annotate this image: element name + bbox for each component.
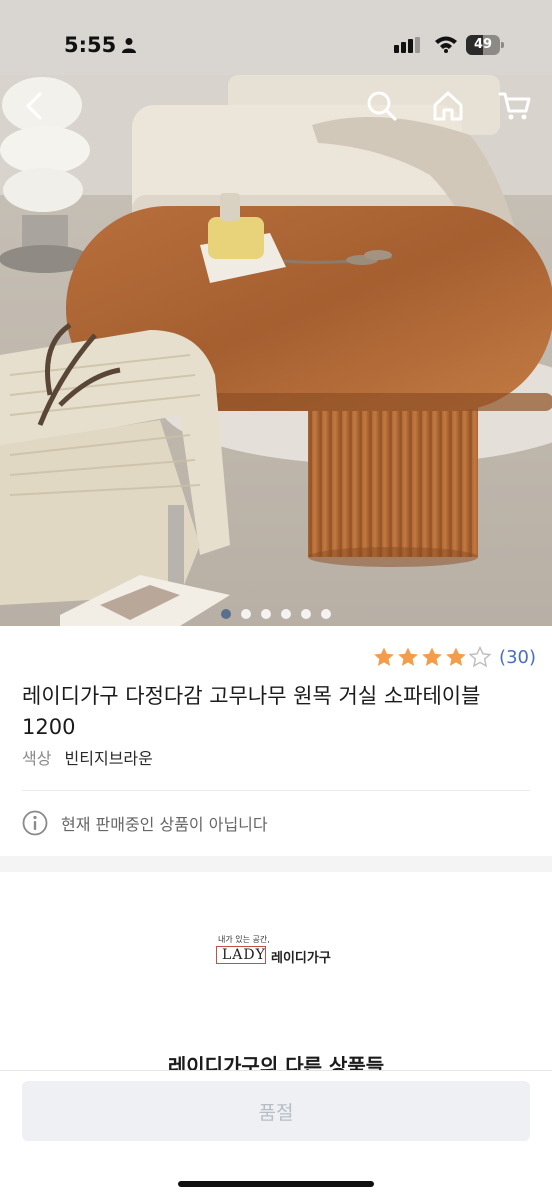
battery-level: 49 xyxy=(473,37,493,52)
search-icon xyxy=(367,91,397,121)
option-row: 색상 빈티지브라운 xyxy=(22,745,153,769)
back-arrow-icon xyxy=(26,92,42,120)
rating-stars xyxy=(373,646,492,668)
gallery-dot[interactable] xyxy=(281,609,291,619)
cart-button[interactable] xyxy=(494,86,536,126)
seller-logo[interactable]: 내가 있는 공간, LADY 레이디가구 xyxy=(214,934,354,970)
gallery-pagination[interactable] xyxy=(0,609,552,619)
option-value: 빈티지브라운 xyxy=(64,749,153,768)
option-label: 색상 xyxy=(22,749,52,768)
soldout-button[interactable]: 품절 xyxy=(22,1081,530,1141)
notice-text: 현재 판매중인 상품이 아닙니다 xyxy=(61,815,268,834)
back-button[interactable] xyxy=(14,88,54,124)
review-count-link[interactable]: (30) xyxy=(499,647,536,668)
gallery-dot[interactable] xyxy=(261,609,271,619)
home-icon xyxy=(433,91,463,121)
logo-brand: LADY xyxy=(222,947,266,963)
sale-status-notice: 현재 판매중인 상품이 아닙니다 xyxy=(22,810,268,836)
divider xyxy=(22,790,530,791)
status-time: 5:55 xyxy=(64,33,117,57)
status-bar: 5:55 49 xyxy=(0,0,552,75)
section-divider xyxy=(0,856,552,872)
signal-icon xyxy=(394,37,420,53)
logo-name: 레이디가구 xyxy=(271,951,331,966)
star-filled-icon xyxy=(374,647,394,666)
gallery-dot[interactable] xyxy=(221,609,231,619)
gallery-dot[interactable] xyxy=(301,609,311,619)
search-button[interactable] xyxy=(362,86,402,126)
star-empty-icon xyxy=(469,646,492,668)
star-filled-icon xyxy=(446,647,466,666)
product-photo xyxy=(0,75,552,626)
product-title: 레이디가구 다정다감 고무나무 원목 거실 소파테이블 1200 xyxy=(22,684,481,739)
battery-icon: 49 xyxy=(466,35,504,55)
home-button[interactable] xyxy=(428,86,468,126)
gallery-dot[interactable] xyxy=(321,609,331,619)
person-icon xyxy=(122,38,136,53)
home-indicator xyxy=(178,1181,374,1187)
star-filled-icon xyxy=(422,647,442,666)
info-icon xyxy=(22,810,48,836)
product-image[interactable] xyxy=(0,75,552,626)
cart-icon xyxy=(498,92,531,120)
product-rating[interactable]: (30) xyxy=(373,646,536,668)
logo-tagline: 내가 있는 공간, xyxy=(218,935,270,944)
wifi-icon xyxy=(435,36,457,53)
gallery-dot[interactable] xyxy=(241,609,251,619)
star-filled-icon xyxy=(398,647,418,666)
